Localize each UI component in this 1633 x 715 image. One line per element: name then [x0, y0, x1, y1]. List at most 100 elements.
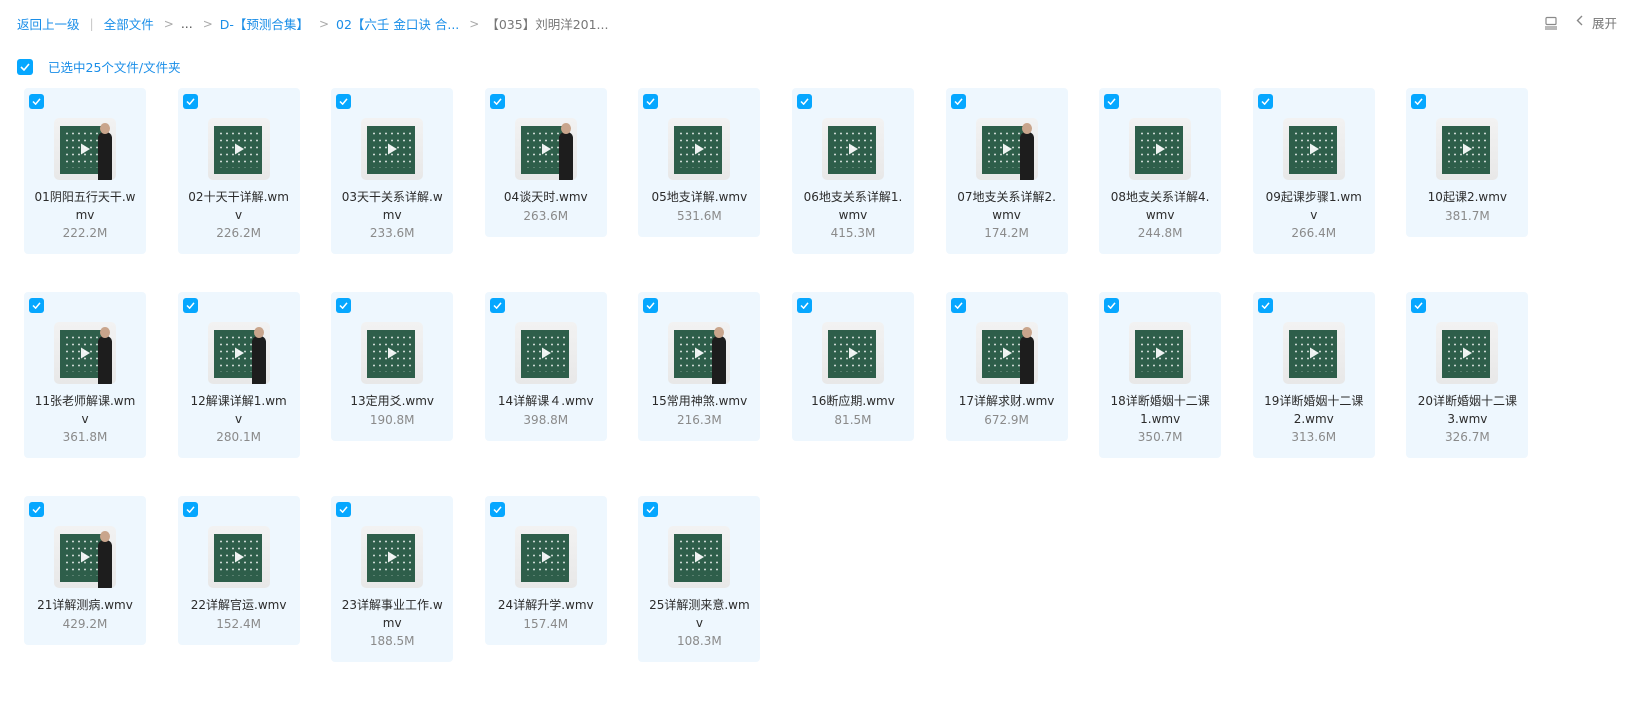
video-thumbnail[interactable] — [361, 526, 424, 588]
breadcrumb-ellipsis[interactable]: ... — [181, 16, 193, 31]
file-name[interactable]: 17详解求财.wmv — [952, 393, 1062, 411]
video-thumbnail[interactable] — [361, 322, 424, 384]
file-checkbox[interactable] — [643, 94, 659, 109]
video-thumbnail[interactable] — [821, 322, 884, 384]
file-name[interactable]: 25详解测来意.wmv — [644, 597, 754, 632]
video-thumbnail[interactable] — [361, 118, 424, 180]
file-card[interactable]: 23详解事业工作.wmv 188.5M — [331, 496, 454, 662]
file-checkbox[interactable] — [336, 502, 352, 517]
file-card[interactable]: 22详解官运.wmv 152.4M — [177, 496, 300, 645]
video-thumbnail[interactable] — [54, 322, 116, 384]
file-checkbox[interactable] — [336, 298, 352, 313]
file-name[interactable]: 21详解测病.wmv — [30, 597, 140, 615]
video-thumbnail[interactable] — [1436, 118, 1499, 180]
file-name[interactable]: 15常用神煞.wmv — [644, 393, 754, 411]
file-checkbox[interactable] — [336, 94, 352, 109]
select-all-checkbox[interactable] — [17, 58, 33, 75]
file-name[interactable]: 11张老师解课.wmv — [30, 393, 140, 428]
file-checkbox[interactable] — [1104, 94, 1120, 109]
file-checkbox[interactable] — [1411, 298, 1427, 313]
video-thumbnail[interactable] — [821, 118, 884, 180]
video-thumbnail[interactable] — [54, 118, 116, 180]
file-name[interactable]: 09起课步骤1.wmv — [1259, 189, 1369, 224]
file-name[interactable]: 24详解升学.wmv — [491, 597, 601, 615]
video-thumbnail[interactable] — [668, 322, 731, 384]
file-checkbox[interactable] — [1411, 94, 1427, 109]
file-checkbox[interactable] — [950, 298, 966, 313]
file-checkbox[interactable] — [489, 298, 505, 313]
file-name[interactable]: 14详解课４.wmv — [491, 393, 601, 411]
file-checkbox[interactable] — [796, 298, 812, 313]
file-card[interactable]: 01阴阳五行天干.wmv 222.2M — [24, 88, 146, 254]
breadcrumb-folder-1[interactable]: D-【预测合集】 — [220, 14, 309, 33]
video-thumbnail[interactable] — [207, 322, 270, 384]
file-name[interactable]: 13定用爻.wmv — [337, 393, 447, 411]
file-name[interactable]: 19详断婚姻十二课2.wmv — [1259, 393, 1369, 428]
file-name[interactable]: 10起课2.wmv — [1412, 189, 1522, 207]
video-thumbnail[interactable] — [975, 322, 1038, 384]
file-card[interactable]: 24详解升学.wmv 157.4M — [484, 496, 607, 645]
file-name[interactable]: 16断应期.wmv — [798, 393, 908, 411]
file-name[interactable]: 01阴阳五行天干.wmv — [30, 189, 140, 224]
file-name[interactable]: 22详解官运.wmv — [184, 597, 294, 615]
file-name[interactable]: 02十天干详解.wmv — [184, 189, 294, 224]
video-thumbnail[interactable] — [1129, 118, 1192, 180]
file-name[interactable]: 20详断婚姻十二课3.wmv — [1412, 393, 1522, 428]
file-card[interactable]: 25详解测来意.wmv 108.3M — [638, 496, 761, 662]
file-card[interactable]: 14详解课４.wmv 398.8M — [484, 292, 607, 441]
video-thumbnail[interactable] — [514, 526, 577, 588]
file-name[interactable]: 23详解事业工作.wmv — [337, 597, 447, 632]
file-name[interactable]: 03天干关系详解.wmv — [337, 189, 447, 224]
file-checkbox[interactable] — [643, 298, 659, 313]
file-card[interactable]: 10起课2.wmv 381.7M — [1406, 88, 1529, 237]
file-name[interactable]: 07地支关系详解2.wmv — [952, 189, 1062, 224]
file-checkbox[interactable] — [182, 94, 198, 109]
file-card[interactable]: 12解课详解1.wmv 280.1M — [177, 292, 300, 458]
video-thumbnail[interactable] — [1129, 322, 1192, 384]
file-card[interactable]: 17详解求财.wmv 672.9M — [945, 292, 1068, 441]
file-card[interactable]: 13定用爻.wmv 190.8M — [331, 292, 454, 441]
file-checkbox[interactable] — [29, 502, 44, 517]
file-checkbox[interactable] — [1104, 298, 1120, 313]
video-thumbnail[interactable] — [1282, 322, 1345, 384]
file-card[interactable]: 21详解测病.wmv 429.2M — [24, 496, 146, 645]
file-card[interactable]: 19详断婚姻十二课2.wmv 313.6M — [1252, 292, 1375, 458]
breadcrumb-all-files[interactable]: 全部文件 — [104, 14, 154, 33]
file-name[interactable]: 12解课详解1.wmv — [184, 393, 294, 428]
file-name[interactable]: 06地支关系详解1.wmv — [798, 189, 908, 224]
file-checkbox[interactable] — [1257, 94, 1273, 109]
file-checkbox[interactable] — [950, 94, 966, 109]
file-card[interactable]: 20详断婚姻十二课3.wmv 326.7M — [1406, 292, 1529, 458]
file-checkbox[interactable] — [489, 502, 505, 517]
file-checkbox[interactable] — [29, 298, 44, 313]
video-thumbnail[interactable] — [514, 322, 577, 384]
video-thumbnail[interactable] — [207, 118, 270, 180]
file-card[interactable]: 05地支详解.wmv 531.6M — [638, 88, 761, 237]
video-thumbnail[interactable] — [1436, 322, 1499, 384]
video-thumbnail[interactable] — [975, 118, 1038, 180]
file-card[interactable]: 06地支关系详解1.wmv 415.3M — [791, 88, 914, 254]
video-thumbnail[interactable] — [54, 526, 116, 588]
breadcrumb-folder-2[interactable]: 02【六壬 金口诀 合... — [336, 14, 459, 33]
video-thumbnail[interactable] — [514, 118, 577, 180]
file-name[interactable]: 05地支详解.wmv — [644, 189, 754, 207]
file-checkbox[interactable] — [796, 94, 812, 109]
list-view-icon[interactable] — [1544, 16, 1558, 30]
video-thumbnail[interactable] — [1282, 118, 1345, 180]
file-card[interactable]: 15常用神煞.wmv 216.3M — [638, 292, 761, 441]
file-card[interactable]: 07地支关系详解2.wmv 174.2M — [945, 88, 1068, 254]
file-name[interactable]: 04谈天时.wmv — [491, 189, 601, 207]
file-name[interactable]: 18详断婚姻十二课1.wmv — [1105, 393, 1215, 428]
file-card[interactable]: 04谈天时.wmv 263.6M — [484, 88, 607, 237]
file-checkbox[interactable] — [182, 502, 198, 517]
file-card[interactable]: 02十天干详解.wmv 226.2M — [177, 88, 300, 254]
file-checkbox[interactable] — [643, 502, 659, 517]
file-checkbox[interactable] — [182, 298, 198, 313]
file-card[interactable]: 11张老师解课.wmv 361.8M — [24, 292, 146, 458]
video-thumbnail[interactable] — [668, 526, 731, 588]
video-thumbnail[interactable] — [668, 118, 731, 180]
expand-button[interactable]: 展开 — [1576, 13, 1617, 32]
file-card[interactable]: 16断应期.wmv 81.5M — [791, 292, 914, 441]
video-thumbnail[interactable] — [207, 526, 270, 588]
file-checkbox[interactable] — [29, 94, 44, 109]
